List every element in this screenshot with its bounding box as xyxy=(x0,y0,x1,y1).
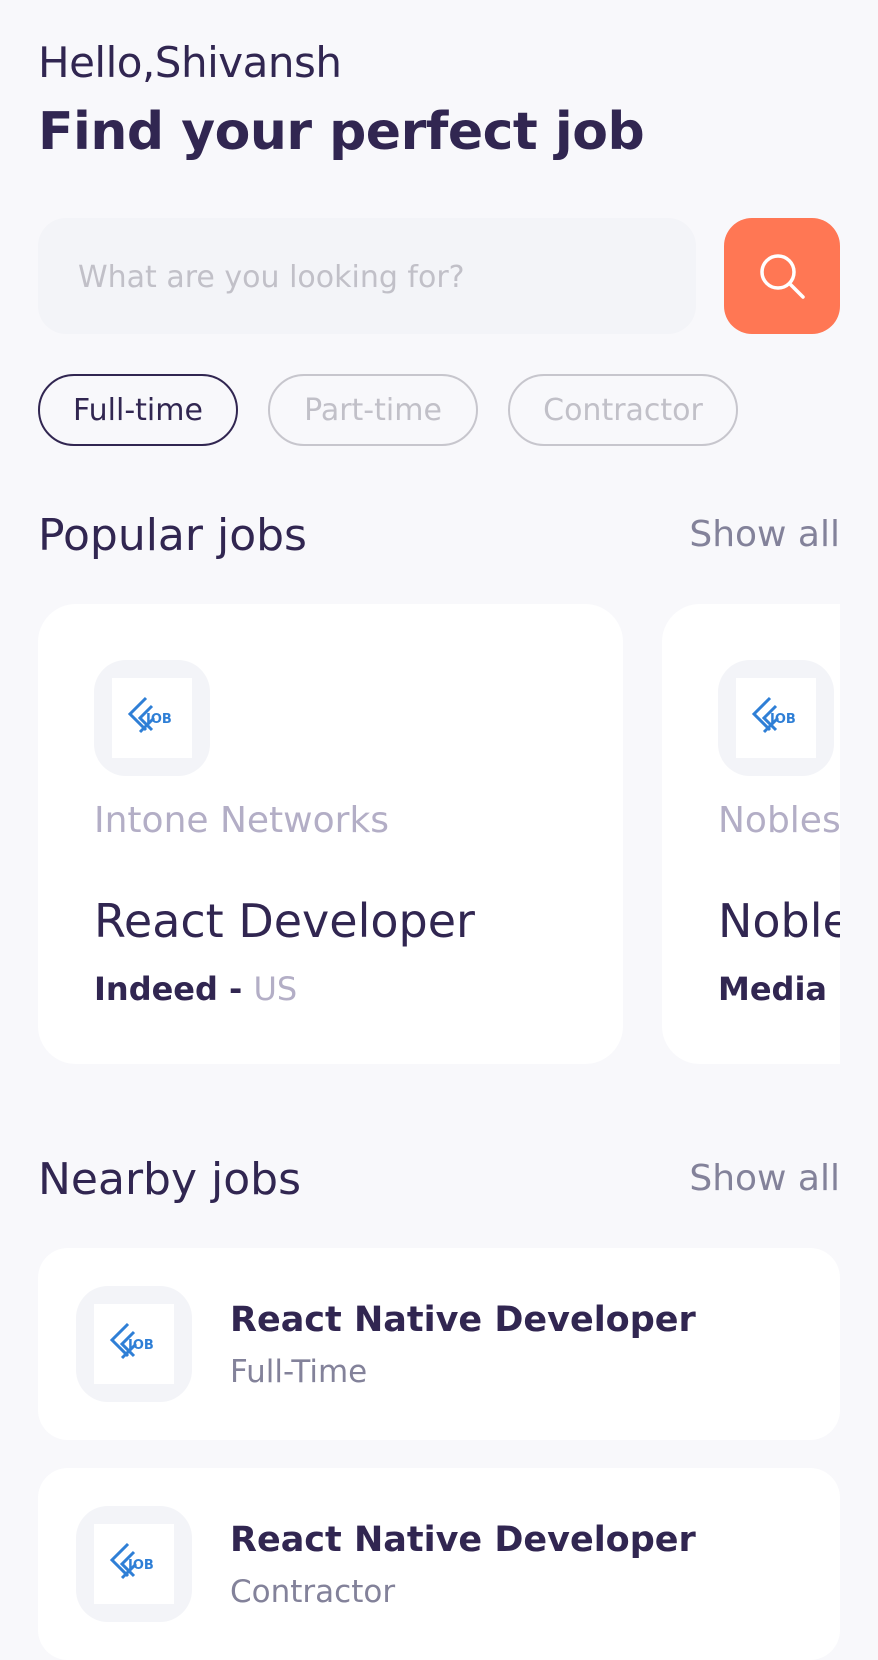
job-location: Indeed - US xyxy=(94,970,297,1008)
tab-contractor[interactable]: Contractor xyxy=(508,374,738,446)
search-input[interactable] xyxy=(76,218,680,336)
job-location: Media Bistro - US xyxy=(718,970,840,1008)
job-logo-icon: JOB xyxy=(751,696,796,734)
company-logo: JOB xyxy=(94,660,210,776)
company-name: Intone Networks xyxy=(94,800,390,841)
tab-full-time[interactable]: Full-time xyxy=(38,374,238,446)
nearby-jobs-title: Nearby jobs xyxy=(38,1154,301,1205)
job-publisher: Media Bistro - xyxy=(718,970,840,1008)
popular-jobs-title: Popular jobs xyxy=(38,510,307,561)
job-type: Full-Time xyxy=(230,1354,368,1390)
nearby-show-all-link[interactable]: Show all xyxy=(689,1158,840,1199)
page-headline: Find your perfect job xyxy=(38,102,645,162)
job-logo-icon: JOB xyxy=(127,696,172,734)
svg-text:JOB: JOB xyxy=(769,712,796,727)
search-button[interactable] xyxy=(724,218,840,334)
search-icon xyxy=(760,254,805,299)
job-title: React Native Developer xyxy=(230,1300,696,1340)
nearby-job-card[interactable]: JOB React Native Developer Contractor xyxy=(38,1468,840,1660)
company-logo: JOB xyxy=(76,1506,192,1622)
popular-show-all-link[interactable]: Show all xyxy=(689,514,840,555)
svg-text:JOB: JOB xyxy=(127,1338,154,1353)
logo-image: JOB xyxy=(736,678,816,758)
company-logo: JOB xyxy=(76,1286,192,1402)
greeting-text: Hello,Shivansh xyxy=(38,38,342,87)
job-publisher: Indeed - xyxy=(94,970,254,1008)
company-logo: JOB xyxy=(718,660,834,776)
search-field[interactable] xyxy=(38,218,696,336)
nearby-job-card[interactable]: JOB React Native Developer Full-Time xyxy=(38,1248,840,1440)
job-title: Noble React Developer xyxy=(718,894,840,948)
logo-image: JOB xyxy=(94,1524,174,1604)
job-logo-icon: JOB xyxy=(109,1542,154,1580)
job-title: React Native Developer xyxy=(230,1520,696,1560)
job-type: Contractor xyxy=(230,1574,396,1610)
logo-image: JOB xyxy=(112,678,192,758)
svg-text:JOB: JOB xyxy=(127,1558,154,1573)
job-logo-icon: JOB xyxy=(109,1322,154,1360)
company-name: Noblesoft Technologies xyxy=(718,800,840,841)
logo-image: JOB xyxy=(94,1304,174,1384)
svg-text:JOB: JOB xyxy=(145,712,172,727)
tab-part-time[interactable]: Part-time xyxy=(268,374,478,446)
job-country: US xyxy=(253,970,298,1008)
popular-job-card[interactable]: JOB Noblesoft Technologies Noble React D… xyxy=(662,604,840,1064)
popular-job-card[interactable]: JOB Intone Networks React Developer Inde… xyxy=(38,604,623,1064)
popular-jobs-carousel[interactable]: JOB Intone Networks React Developer Inde… xyxy=(38,604,840,1064)
job-title: React Developer xyxy=(94,894,475,948)
